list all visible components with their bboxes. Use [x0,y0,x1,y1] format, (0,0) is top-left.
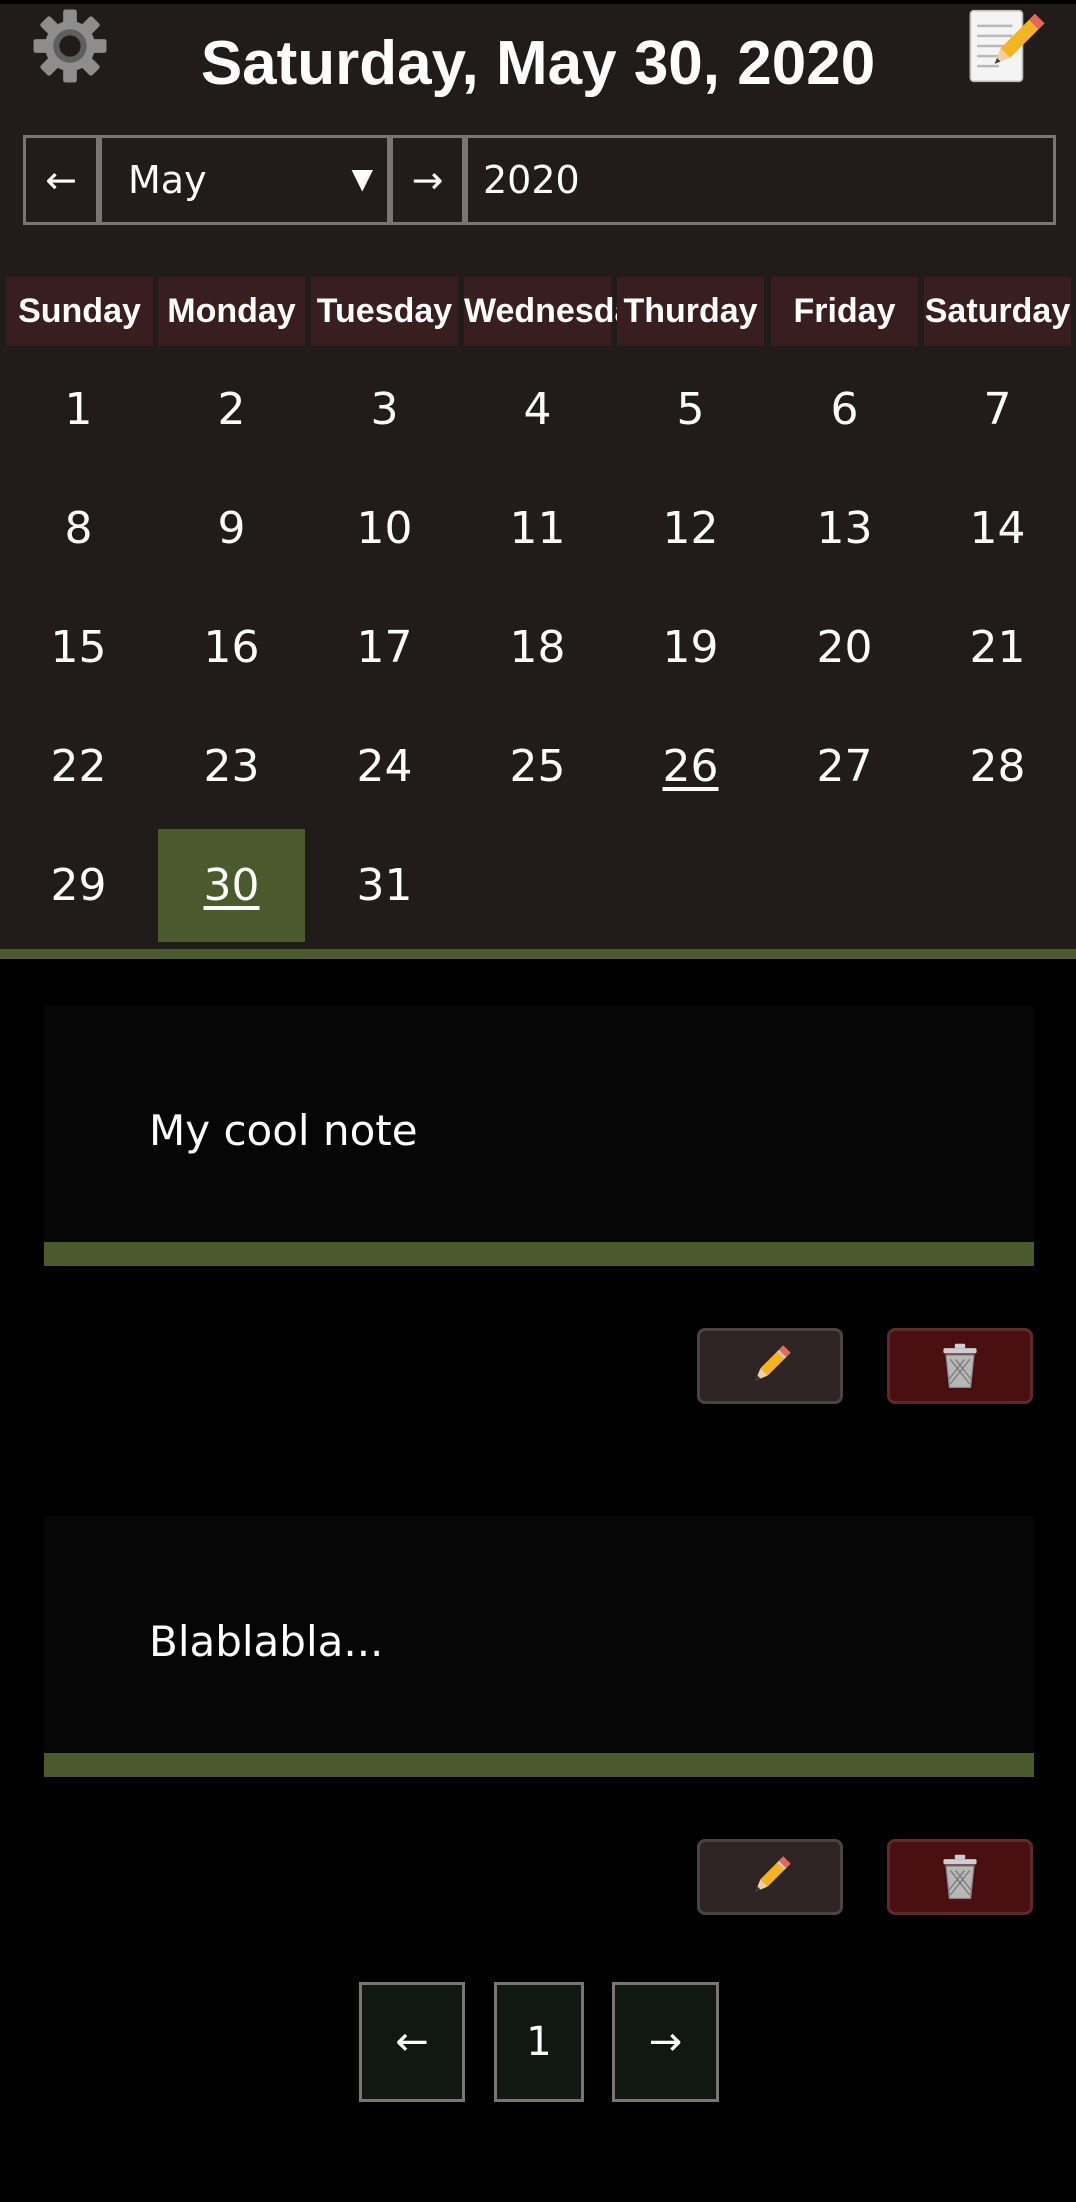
calendar-day[interactable]: 4 [464,353,611,466]
weekday-friday: Friday [771,277,918,346]
page-title: Saturday, May 30, 2020 [200,29,876,98]
arrow-left-icon: ← [45,158,77,202]
calendar-day[interactable]: 10 [311,472,458,585]
trash-icon [943,1343,977,1389]
weekday-wednesday: Wednesday [464,277,652,346]
calendar-day[interactable]: 14 [924,472,1071,585]
calendar-day[interactable]: 24 [311,710,458,823]
calendar-day[interactable]: 9 [158,472,305,585]
note-text: My cool note [149,1106,418,1155]
month-select[interactable]: May ▼ [99,135,390,225]
edit-note-button[interactable] [697,1839,843,1915]
page-number-label: 1 [526,2019,552,2065]
calendar-day[interactable]: 23 [158,710,305,823]
caret-down-icon: ▼ [351,162,373,195]
month-value: May [128,158,207,202]
delete-note-button[interactable] [887,1328,1033,1404]
calendar-day[interactable]: 15 [5,591,152,704]
weekday-saturday: Saturday [924,277,1071,346]
prev-page-button[interactable]: ← [359,1982,465,2102]
note-card[interactable]: Blablabla... [44,1516,1034,1777]
calendar-day[interactable]: 19 [617,591,764,704]
weekday-tuesday: Tuesday [311,277,458,346]
trash-icon [943,1854,977,1900]
note-accent-bar [44,1242,1034,1266]
calendar-day[interactable]: 11 [464,472,611,585]
calendar-day[interactable]: 31 [311,829,458,942]
next-page-button[interactable]: → [612,1982,719,2102]
calendar-day[interactable]: 8 [5,472,152,585]
note-card[interactable]: My cool note [44,1005,1034,1266]
calendar-day[interactable]: 17 [311,591,458,704]
calendar-day[interactable]: 16 [158,591,305,704]
calendar-day[interactable]: 18 [464,591,611,704]
note-text: Blablabla... [149,1617,384,1666]
calendar-day[interactable]: 28 [924,710,1071,823]
calendar-day[interactable]: 1 [5,353,152,466]
calendar-day-today[interactable]: 26 [617,710,764,823]
calendar-day[interactable]: 22 [5,710,152,823]
calendar-day[interactable]: 2 [158,353,305,466]
calendar-day[interactable]: 6 [771,353,918,466]
year-value: 2020 [483,158,580,202]
year-input[interactable]: 2020 [465,135,1056,225]
note-accent-bar [44,1753,1034,1777]
calendar-day-selected[interactable]: 30 [158,829,305,942]
gear-icon[interactable] [32,8,108,84]
calendar-day[interactable]: 3 [311,353,458,466]
calendar-day[interactable]: 7 [924,353,1071,466]
weekday-monday: Monday [158,277,305,346]
top-edge [0,0,1076,4]
edit-note-button[interactable] [697,1328,843,1404]
arrow-right-icon: → [648,2019,683,2065]
arrow-left-icon: ← [395,2019,429,2065]
calendar-panel: Saturday, May 30, 2020 ← May ▼ → 2020 Su… [0,0,1076,949]
pencil-icon [755,1345,791,1381]
page-number[interactable]: 1 [494,1982,584,2102]
delete-note-button[interactable] [887,1839,1033,1915]
calendar-day[interactable]: 27 [771,710,918,823]
calendar-day[interactable]: 12 [617,472,764,585]
weekday-sunday: Sunday [6,277,153,346]
next-month-button[interactable]: → [390,135,465,225]
calendar-day[interactable]: 20 [771,591,918,704]
prev-month-button[interactable]: ← [23,135,99,225]
calendar-day[interactable]: 25 [464,710,611,823]
notepad-icon[interactable] [962,4,1046,88]
calendar-day[interactable]: 29 [5,829,152,942]
weekday-thursday: Thurday [617,277,764,346]
panel-divider [0,949,1076,959]
calendar-day[interactable]: 21 [924,591,1071,704]
calendar-day[interactable]: 5 [617,353,764,466]
pencil-icon [755,1856,791,1892]
arrow-right-icon: → [411,158,444,202]
calendar-day[interactable]: 13 [771,472,918,585]
